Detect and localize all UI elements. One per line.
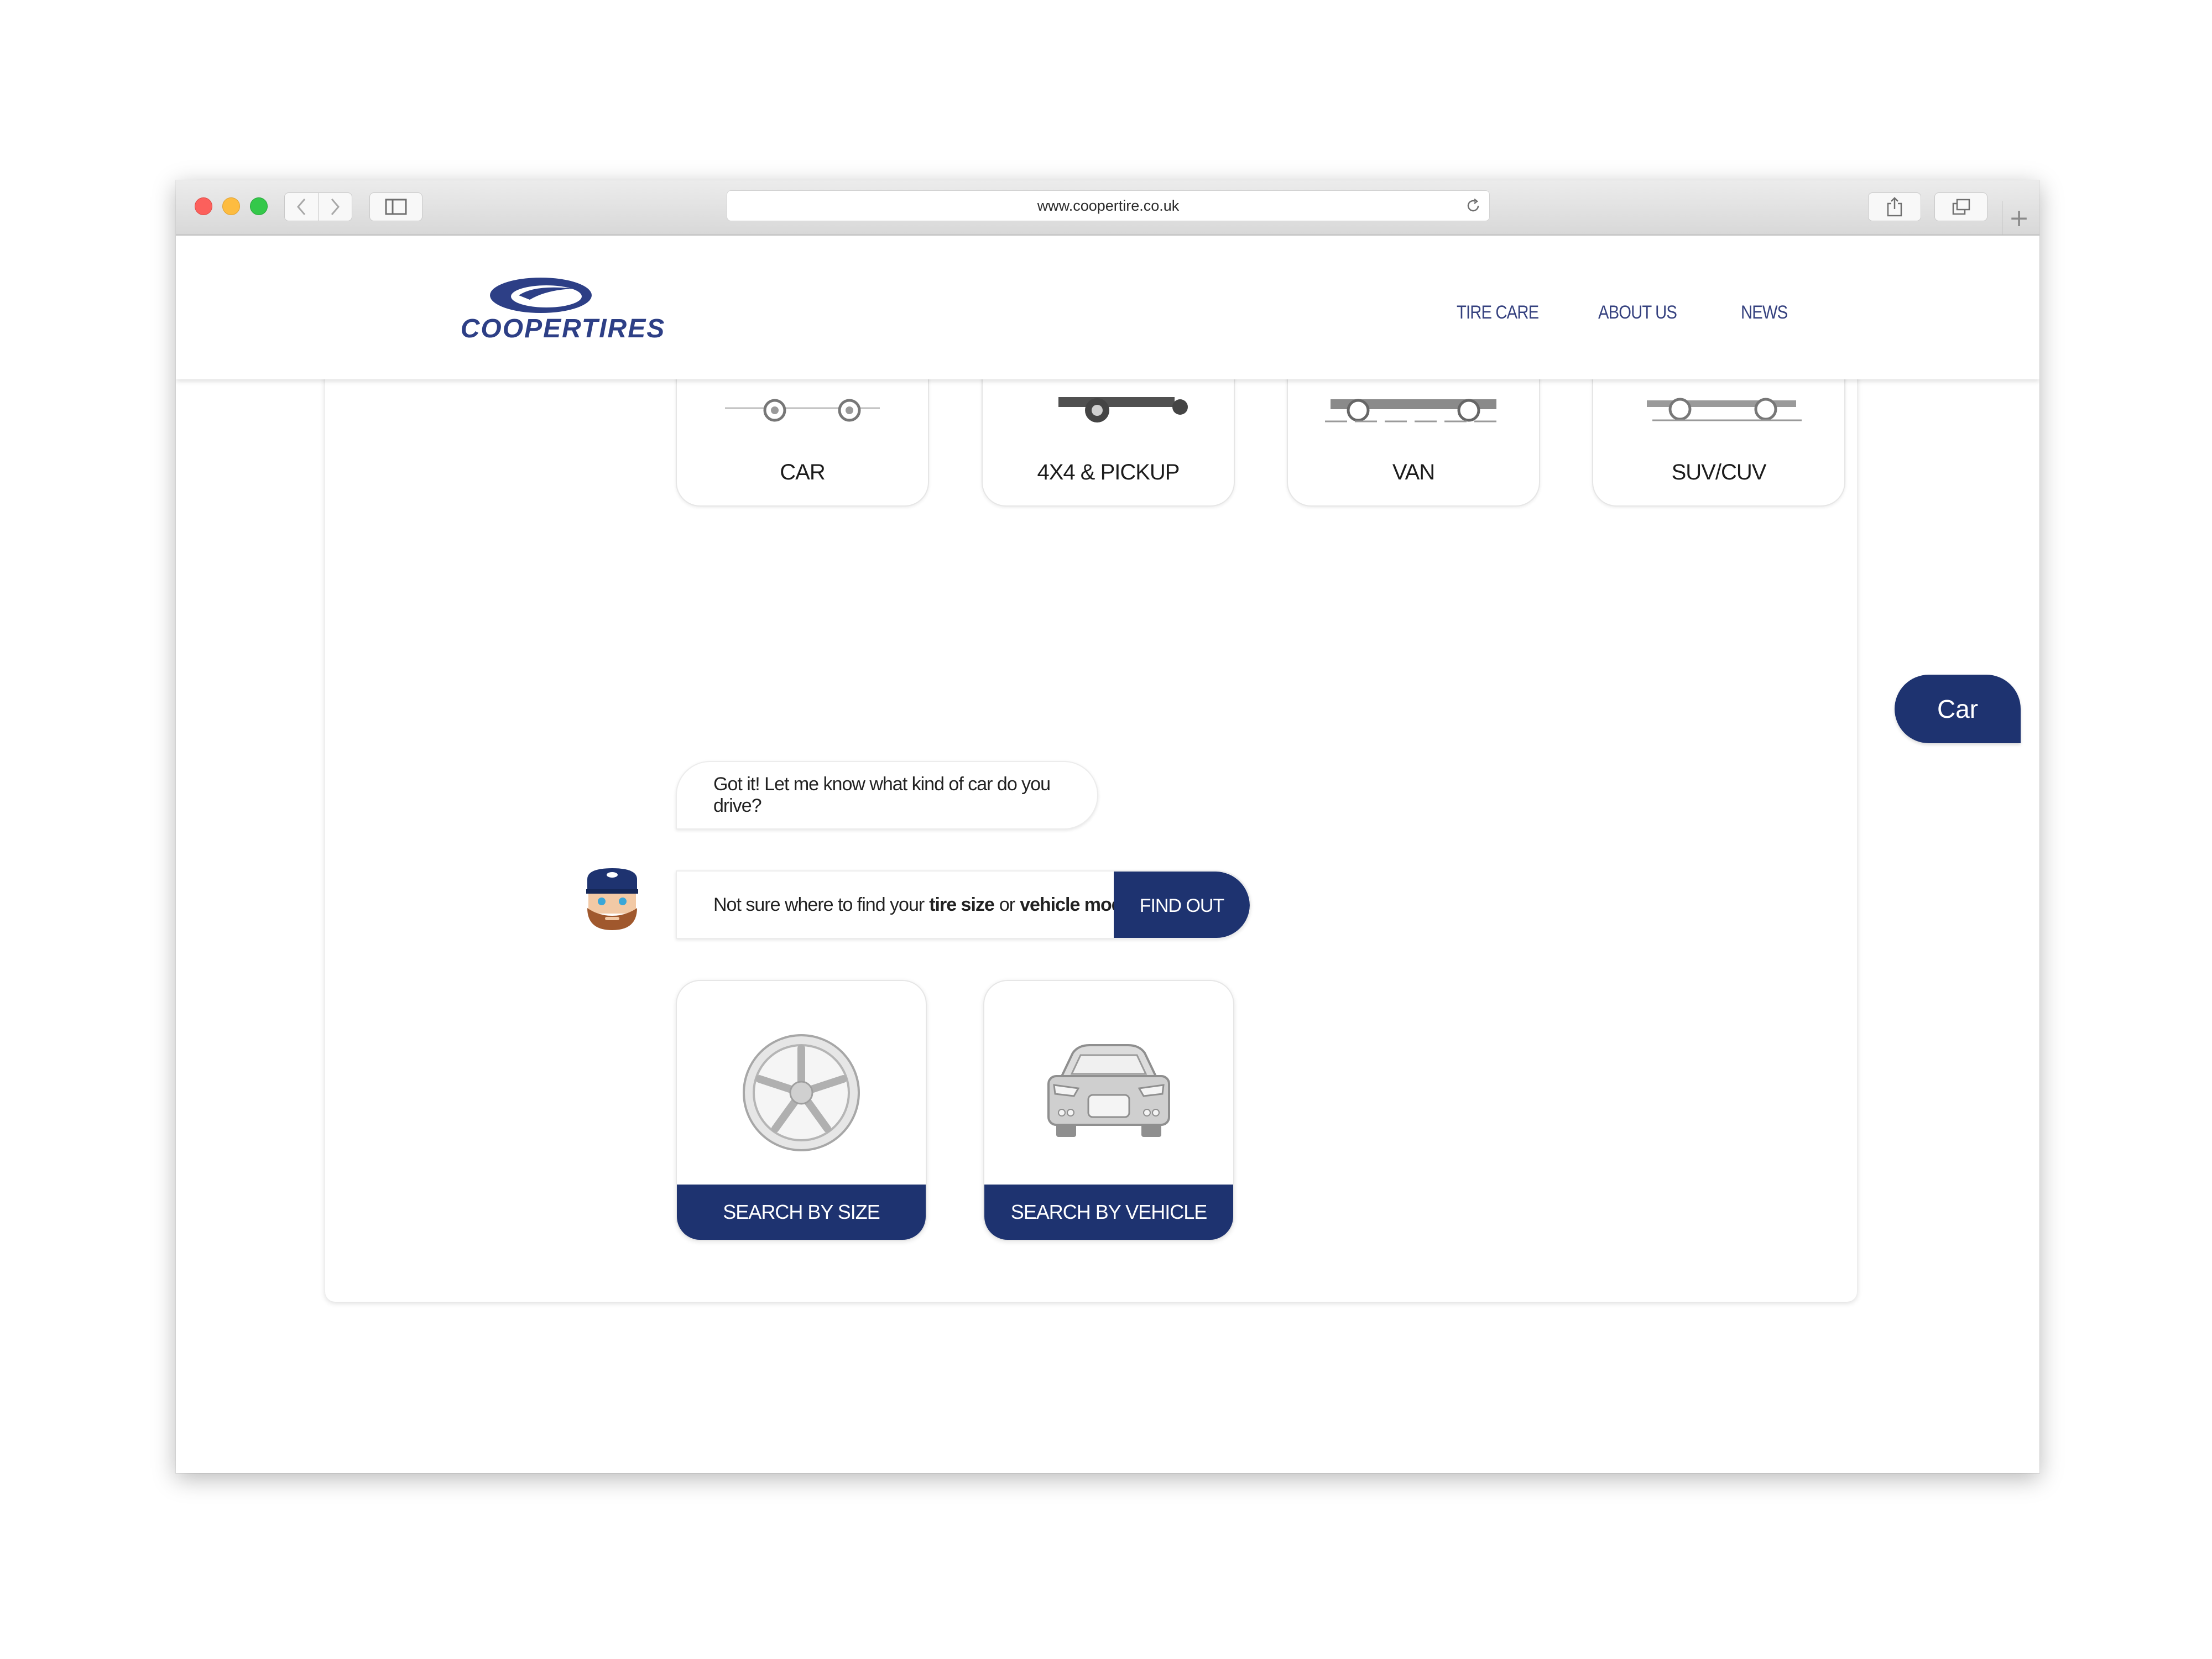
vehicle-type-label: CAR [780,460,825,484]
search-by-vehicle-label: SEARCH BY VEHICLE [984,1185,1233,1240]
bot-avatar [586,868,638,930]
url-text: www.coopertire.co.uk [1037,197,1180,214]
bot-message-bubble: Got it! Let me know what kind of car do … [676,761,1098,830]
page-content: CAR 4X4 & PICKUP VAN SUV/CUV Car Got it!… [176,236,2039,1473]
help-prefix: Not sure where to find your [713,894,925,915]
search-by-vehicle-card[interactable]: SEARCH BY VEHICLE [983,980,1234,1241]
logo-wordmark: COOPERTIRES [461,314,666,343]
address-bar[interactable]: www.coopertire.co.uk [727,190,1490,221]
help-message-text: Not sure where to find your tire size or… [713,872,1147,938]
reload-icon[interactable] [1465,197,1481,214]
help-connector: or [999,894,1015,915]
suv-icon [1647,398,1802,421]
new-tab-button[interactable]: + [2002,201,2036,234]
coopertires-logo[interactable]: COOPERTIRES [436,273,690,345]
plus-icon: + [2008,204,2030,232]
bot-message-text: Got it! Let me know what kind of car do … [713,774,1051,816]
share-icon [1887,197,1902,217]
forward-button[interactable] [318,192,352,221]
share-button[interactable] [1868,192,1921,221]
chevron-right-icon [331,199,340,215]
close-window-button[interactable] [195,197,212,215]
chevron-left-icon [297,199,306,215]
search-by-size-label: SEARCH BY SIZE [677,1185,926,1240]
sidebar-toggle-button[interactable] [369,192,422,221]
maximize-window-button[interactable] [250,197,268,215]
nav-news[interactable]: NEWS [1741,302,1788,324]
tabs-icon [1952,199,1970,215]
browser-window: www.coopertire.co.uk + CAR 4X4 & PICKUP … [176,180,2039,1473]
minimize-window-button[interactable] [222,197,240,215]
back-button[interactable] [284,192,319,221]
sidebar-icon [385,199,407,215]
site-header: COOPERTIRES TIRE CARE ABOUT US NEWS [176,236,2039,379]
user-reply-bubble: Car [1895,675,2021,743]
van-icon [1325,399,1502,422]
browser-toolbar: www.coopertire.co.uk + [176,180,2039,236]
car-side-icon [725,399,880,422]
nav-tire-care[interactable]: TIRE CARE [1457,302,1539,324]
vehicle-type-label: 4X4 & PICKUP [1037,460,1180,484]
tab-overview-button[interactable] [1934,192,1987,221]
car-front-icon [1047,1044,1170,1137]
wheel-icon [743,1034,860,1151]
vehicle-type-label: VAN [1392,460,1435,484]
find-out-button[interactable]: FIND OUT [1114,872,1250,938]
help-term-tire-size: tire size [929,894,995,915]
pickup-icon [1058,397,1188,422]
nav-about-us[interactable]: ABOUT US [1598,302,1677,324]
search-by-size-card[interactable]: SEARCH BY SIZE [676,980,927,1241]
vehicle-type-label: SUV/CUV [1671,460,1767,484]
help-message-bubble: Not sure where to find your tire size or… [676,870,1251,939]
chat-panel: CAR 4X4 & PICKUP VAN SUV/CUV Car Got it!… [325,302,2021,1302]
